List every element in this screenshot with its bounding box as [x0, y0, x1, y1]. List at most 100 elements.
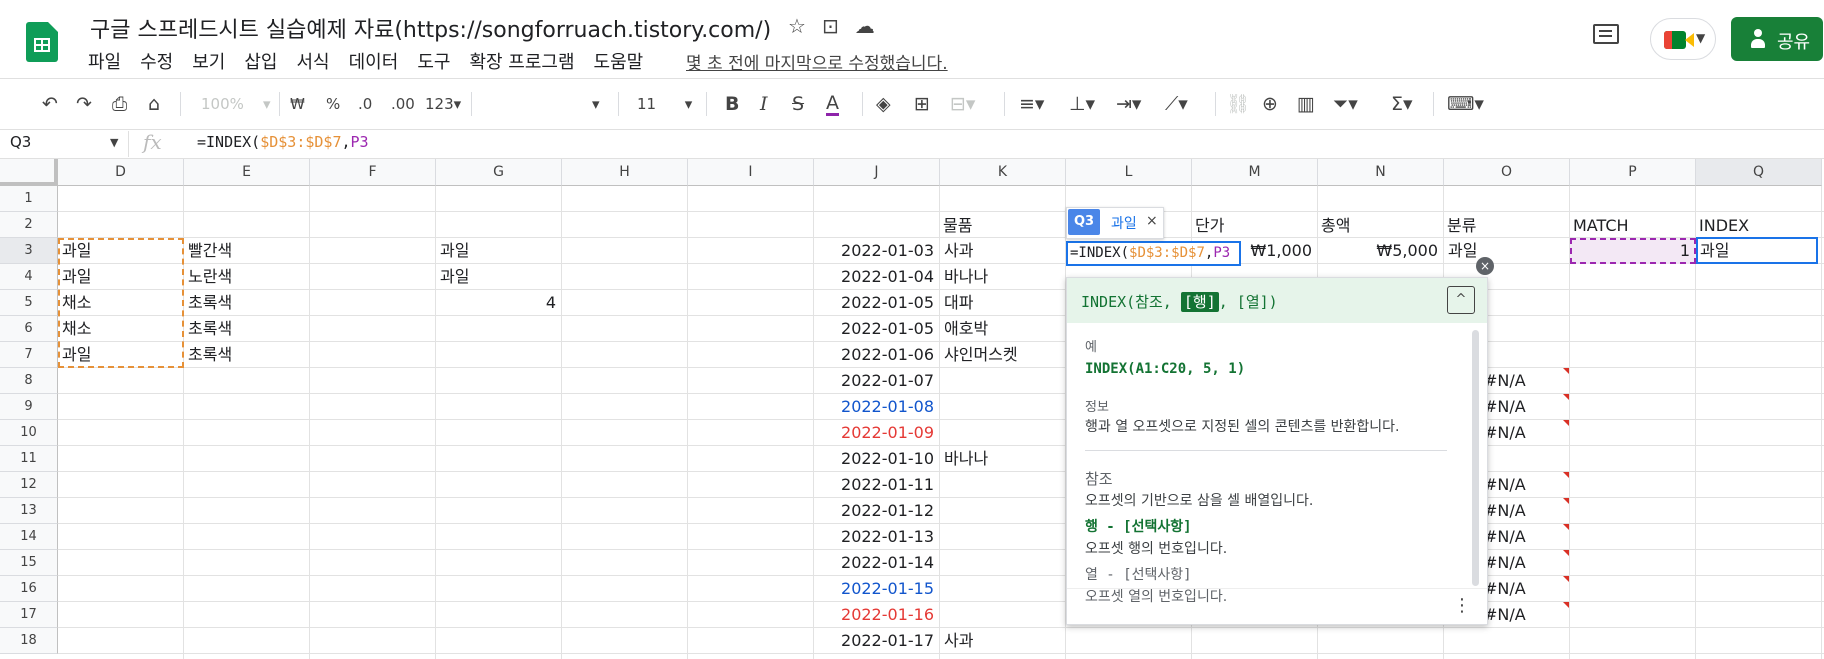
menu-edit[interactable]: 수정	[140, 52, 173, 73]
column-header-l[interactable]: L	[1066, 159, 1192, 186]
cell-j4[interactable]: 2022-01-04	[814, 267, 934, 287]
cell-g4[interactable]: 과일	[440, 267, 469, 287]
row-header-3[interactable]: 3	[0, 238, 58, 264]
menu-help[interactable]: 도움말	[594, 52, 644, 73]
column-header-q[interactable]: Q	[1696, 159, 1822, 186]
strikethrough-icon[interactable]: S	[792, 93, 804, 115]
cell-d6[interactable]: 채소	[62, 319, 91, 339]
cell-j6[interactable]: 2022-01-05	[814, 319, 934, 339]
cell-j16[interactable]: 2022-01-15	[814, 579, 934, 599]
cell-j3[interactable]: 2022-01-03	[814, 241, 934, 261]
more-options-icon[interactable]: ⋮	[1453, 595, 1471, 616]
cell-j14[interactable]: 2022-01-13	[814, 527, 934, 547]
column-header-g[interactable]: G	[436, 159, 562, 186]
cell-j9[interactable]: 2022-01-08	[814, 397, 934, 417]
more-formats-button[interactable]: 123▾	[425, 93, 461, 115]
cell-k6[interactable]: 애호박	[944, 319, 988, 339]
chip-close-icon[interactable]: ×	[1146, 213, 1158, 229]
star-icon[interactable]: ☆	[788, 14, 806, 38]
cell-e5[interactable]: 초록색	[188, 293, 232, 313]
row-header-8[interactable]: 8	[0, 368, 58, 394]
chevron-down-icon[interactable]: ▼	[110, 136, 118, 149]
help-close-icon[interactable]: ×	[1476, 257, 1494, 275]
cell-j15[interactable]: 2022-01-14	[814, 553, 934, 573]
cell-k11[interactable]: 바나나	[944, 449, 988, 469]
row-header-7[interactable]: 7	[0, 342, 58, 368]
menu-file[interactable]: 파일	[88, 52, 121, 73]
row-header-10[interactable]: 10	[0, 420, 58, 446]
bold-icon[interactable]: B	[725, 93, 739, 115]
row-header-17[interactable]: 17	[0, 602, 58, 628]
cell-e4[interactable]: 노란색	[188, 267, 232, 287]
input-tools-icon[interactable]: ⌨▾	[1447, 93, 1484, 115]
formula-input[interactable]: =INDEX($D$3:$D$7,P3	[197, 133, 369, 151]
name-box[interactable]: Q3	[10, 133, 120, 151]
row-header-5[interactable]: 5	[0, 290, 58, 316]
currency-format-button[interactable]: ₩	[290, 93, 305, 115]
cell-o14[interactable]: #N/A	[1484, 527, 1526, 547]
menu-data[interactable]: 데이터	[349, 52, 399, 73]
cell-j12[interactable]: 2022-01-11	[814, 475, 934, 495]
cell-o3[interactable]: 과일	[1448, 241, 1477, 261]
row-header-4[interactable]: 4	[0, 264, 58, 290]
menu-extensions[interactable]: 확장 프로그램	[469, 52, 574, 73]
row-header-18[interactable]: 18	[0, 628, 58, 654]
menu-view[interactable]: 보기	[192, 52, 225, 73]
chart-icon[interactable]: ▥	[1297, 93, 1315, 115]
cell-j8[interactable]: 2022-01-07	[814, 371, 934, 391]
cell-k4[interactable]: 바나나	[944, 267, 988, 287]
link-icon[interactable]: ⛓	[1226, 93, 1250, 115]
row-header-14[interactable]: 14	[0, 524, 58, 550]
menu-insert[interactable]: 삽입	[244, 52, 277, 73]
filter-icon[interactable]: ⏷▾	[1333, 93, 1358, 115]
cell-k3[interactable]: 사과	[944, 241, 973, 261]
vertical-align-icon[interactable]: ⊥▾	[1069, 93, 1095, 115]
cell-d5[interactable]: 채소	[62, 293, 91, 313]
cell-k18[interactable]: 사과	[944, 631, 973, 651]
horizontal-align-icon[interactable]: ≡▾	[1019, 93, 1044, 115]
row-header-1[interactable]: 1	[0, 186, 58, 212]
decrease-decimal-button[interactable]: .0	[358, 93, 372, 115]
menu-format[interactable]: 서식	[297, 52, 330, 73]
sheets-logo[interactable]	[26, 22, 58, 62]
cell-d3[interactable]: 과일	[62, 241, 91, 261]
column-header-n[interactable]: N	[1318, 159, 1444, 186]
column-header-e[interactable]: E	[184, 159, 310, 186]
move-to-folder-icon[interactable]: ⊡	[822, 14, 839, 38]
row-header-16[interactable]: 16	[0, 576, 58, 602]
percent-format-button[interactable]: %	[326, 93, 340, 115]
cell-editor[interactable]: =INDEX($D$3:$D$7,P3	[1066, 241, 1241, 266]
active-cell-q3[interactable]	[1696, 237, 1818, 264]
font-size-select[interactable]: 11 ▾	[637, 93, 692, 115]
row-header-9[interactable]: 9	[0, 394, 58, 420]
cell-g3[interactable]: 과일	[440, 241, 469, 261]
cell-d4[interactable]: 과일	[62, 267, 91, 287]
row-header-6[interactable]: 6	[0, 316, 58, 342]
column-header-d[interactable]: D	[58, 159, 184, 186]
help-scrollbar[interactable]	[1472, 330, 1479, 586]
cell-j13[interactable]: 2022-01-12	[814, 501, 934, 521]
row-header-12[interactable]: 12	[0, 472, 58, 498]
redo-icon[interactable]: ↷	[76, 93, 92, 115]
text-rotation-icon[interactable]: ⟋▾	[1165, 93, 1188, 115]
cell-e7[interactable]: 초록색	[188, 345, 232, 365]
zoom-select[interactable]: 100% ▾	[201, 93, 271, 115]
cell-o17[interactable]: #N/A	[1484, 605, 1526, 625]
cell-j18[interactable]: 2022-01-17	[814, 631, 934, 651]
column-header-f[interactable]: F	[310, 159, 436, 186]
row-header-11[interactable]: 11	[0, 446, 58, 472]
cell-k5[interactable]: 대파	[944, 293, 973, 313]
column-header-i[interactable]: I	[688, 159, 814, 186]
cell-o10[interactable]: #N/A	[1484, 423, 1526, 443]
font-family-select[interactable]: ▾	[592, 93, 600, 115]
cell-k7[interactable]: 샤인머스켓	[944, 345, 1018, 365]
text-color-icon[interactable]: A	[826, 93, 839, 116]
last-edit-link[interactable]: 몇 초 전에 마지막으로 수정했습니다.	[686, 49, 948, 74]
functions-icon[interactable]: Σ▾	[1391, 93, 1413, 115]
column-header-k[interactable]: K	[940, 159, 1066, 186]
collapse-icon[interactable]: ^	[1447, 286, 1475, 314]
cell-o16[interactable]: #N/A	[1484, 579, 1526, 599]
print-icon[interactable]: ⎙	[112, 93, 127, 115]
column-header-o[interactable]: O	[1444, 159, 1570, 186]
borders-icon[interactable]: ⊞	[914, 93, 930, 115]
